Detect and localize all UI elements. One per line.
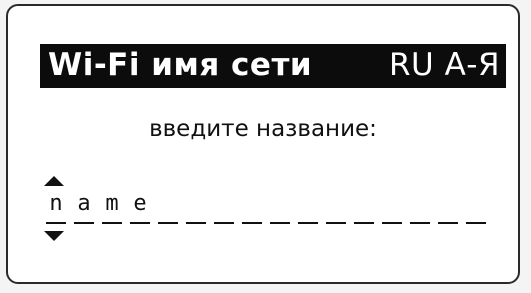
slot-underline: [186, 222, 206, 224]
name-entry-field[interactable]: name: [44, 176, 514, 246]
slot-underline: [438, 222, 458, 224]
title-bar: Wi-Fi имя сети RU А-Я: [40, 44, 506, 88]
slot-underline: [46, 222, 66, 224]
character-slot[interactable]: [464, 190, 488, 224]
character-slot[interactable]: m: [100, 190, 124, 224]
character-slot[interactable]: a: [72, 190, 96, 224]
slot-underline: [214, 222, 234, 224]
character-slot[interactable]: [296, 190, 320, 224]
slot-character: m: [105, 191, 119, 216]
character-slot[interactable]: [184, 190, 208, 224]
character-slot[interactable]: [380, 190, 404, 224]
slot-underline: [410, 222, 430, 224]
lcd-screen: Wi-Fi имя сети RU А-Я введите название: …: [6, 4, 520, 284]
screen-title: Wi-Fi имя сети: [48, 47, 313, 83]
slot-character: e: [133, 191, 147, 216]
character-slot[interactable]: [352, 190, 376, 224]
slot-underline: [158, 222, 178, 224]
slot-underline: [354, 222, 374, 224]
character-slot[interactable]: [408, 190, 432, 224]
input-mode-indicator[interactable]: RU А-Я: [389, 46, 500, 84]
slot-underline: [270, 222, 290, 224]
character-slot[interactable]: [268, 190, 292, 224]
slot-character: n: [49, 191, 63, 216]
character-slot[interactable]: e: [128, 190, 152, 224]
slot-underline: [298, 222, 318, 224]
triangle-up-icon[interactable]: [44, 176, 64, 186]
triangle-down-icon[interactable]: [44, 231, 64, 241]
slot-underline: [74, 222, 94, 224]
character-slot[interactable]: [240, 190, 264, 224]
character-slot[interactable]: [212, 190, 236, 224]
slot-underline: [102, 222, 122, 224]
slot-underline: [466, 222, 486, 224]
character-slot[interactable]: n: [44, 190, 68, 224]
slot-underline: [130, 222, 150, 224]
character-slot[interactable]: [156, 190, 180, 224]
entry-prompt: введите название:: [149, 116, 377, 142]
slot-underline: [326, 222, 346, 224]
character-slots: name: [44, 190, 492, 224]
slot-character: a: [77, 191, 91, 216]
slot-underline: [242, 222, 262, 224]
character-slot[interactable]: [436, 190, 460, 224]
character-slot[interactable]: [324, 190, 348, 224]
slot-underline: [382, 222, 402, 224]
